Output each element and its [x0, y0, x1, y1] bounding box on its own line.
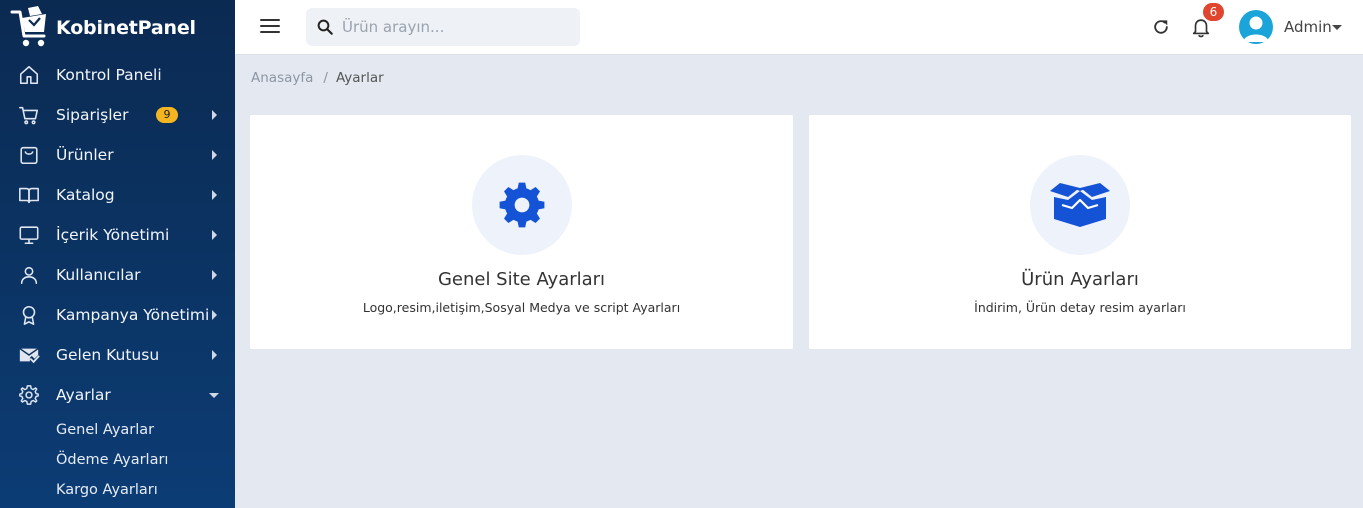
sidebar-item-kampanya-yonetimi[interactable]: Kampanya Yönetimi: [0, 295, 235, 335]
chevron-right-icon: [212, 230, 217, 240]
chevron-right-icon: [212, 150, 217, 160]
sidebar-item-label: Katalog: [56, 186, 115, 204]
notification-count-badge: 6: [1203, 3, 1224, 21]
search-icon: [317, 19, 333, 35]
sidebar-item-urunler[interactable]: Ürünler: [0, 135, 235, 175]
book-icon: [18, 184, 40, 206]
chevron-right-icon: [212, 190, 217, 200]
search-input[interactable]: [342, 18, 562, 36]
chevron-right-icon: [212, 310, 217, 320]
breadcrumb-separator: /: [323, 70, 328, 86]
card-icon-circle: [471, 155, 572, 255]
general-site-settings-card[interactable]: Genel Site Ayarları Logo,resim,iletişim,…: [250, 115, 793, 349]
gear-icon: [18, 384, 40, 406]
sidebar-menu: Kontrol Paneli Siparişler 9 Ürünler Kata…: [0, 55, 235, 415]
open-box-icon: [1050, 183, 1110, 227]
sidebar-item-label: Ürünler: [56, 146, 114, 164]
chevron-right-icon: [212, 110, 217, 120]
chevron-down-icon: [209, 393, 219, 398]
hamburger-line: [260, 25, 280, 27]
submenu-item-kargo-ayarlari[interactable]: Kargo Ayarları: [0, 475, 235, 505]
hamburger-line: [260, 31, 280, 33]
chevron-right-icon: [212, 350, 217, 360]
submenu-item-genel-ayarlar[interactable]: Genel Ayarlar: [0, 415, 235, 445]
cart-logo-icon: [10, 5, 46, 46]
sidebar-item-kullanicilar[interactable]: Kullanıcılar: [0, 255, 235, 295]
caret-down-icon: [1332, 25, 1342, 30]
sidebar-item-ayarlar[interactable]: Ayarlar: [0, 375, 235, 415]
mail-check-icon: [18, 344, 40, 366]
avatar[interactable]: [1239, 10, 1273, 44]
chevron-right-icon: [212, 270, 217, 280]
sidebar-item-label: Kullanıcılar: [56, 266, 141, 284]
breadcrumb: Anasayfa / Ayarlar: [251, 70, 384, 86]
hamburger-line: [260, 19, 280, 21]
orders-count-badge: 9: [156, 107, 178, 123]
monitor-icon: [18, 224, 40, 246]
brand-name: KobinetPanel: [56, 16, 196, 39]
home-icon: [18, 64, 40, 86]
user-avatar-icon: [1243, 16, 1269, 42]
user-menu-toggle[interactable]: Admin: [1284, 18, 1332, 36]
refresh-icon[interactable]: [1151, 17, 1171, 37]
breadcrumb-current: Ayarlar: [335, 70, 384, 86]
sidebar-item-label: Siparişler: [56, 106, 129, 124]
card-title: Ürün Ayarları: [1021, 269, 1139, 290]
card-description: İndirim, Ürün detay resim ayarları: [974, 300, 1186, 315]
card-title: Genel Site Ayarları: [437, 269, 606, 290]
sidebar-item-icerik-yonetimi[interactable]: İçerik Yönetimi: [0, 215, 235, 255]
sidebar-item-siparisler[interactable]: Siparişler 9: [0, 95, 235, 135]
sidebar-item-label: Kampanya Yönetimi: [56, 306, 210, 324]
sidebar-item-gelen-kutusu[interactable]: Gelen Kutusu: [0, 335, 235, 375]
submenu-item-odeme-ayarlari[interactable]: Ödeme Ayarları: [0, 445, 235, 475]
sidebar-item-label: Ayarlar: [56, 386, 111, 404]
topbar: 6 Admin: [235, 0, 1363, 55]
user-icon: [18, 264, 40, 286]
card-icon-circle: [1030, 155, 1130, 255]
sidebar-item-katalog[interactable]: Katalog: [0, 175, 235, 215]
brand[interactable]: KobinetPanel: [0, 0, 235, 55]
cart-icon: [18, 104, 40, 126]
settings-submenu: Genel Ayarlar Ödeme Ayarları Kargo Ayarl…: [0, 415, 235, 505]
sidebar-item-label: İçerik Yönetimi: [56, 226, 170, 244]
card-description: Logo,resim,iletişim,Sosyal Medya ve scri…: [362, 300, 681, 315]
sidebar-item-label: Gelen Kutusu: [56, 346, 160, 364]
search-box: [306, 8, 580, 46]
sidebar-item-kontrol-paneli[interactable]: Kontrol Paneli: [0, 55, 235, 95]
gear-icon: [499, 182, 544, 228]
menu-toggle-button[interactable]: [260, 19, 280, 35]
sidebar-item-label: Kontrol Paneli: [56, 66, 162, 84]
sidebar: KobinetPanel Kontrol Paneli Siparişler 9…: [0, 0, 235, 508]
breadcrumb-home-link[interactable]: Anasayfa: [251, 70, 313, 86]
bag-icon: [18, 144, 40, 166]
award-icon: [18, 304, 40, 326]
product-settings-card[interactable]: Ürün Ayarları İndirim, Ürün detay resim …: [809, 115, 1351, 349]
